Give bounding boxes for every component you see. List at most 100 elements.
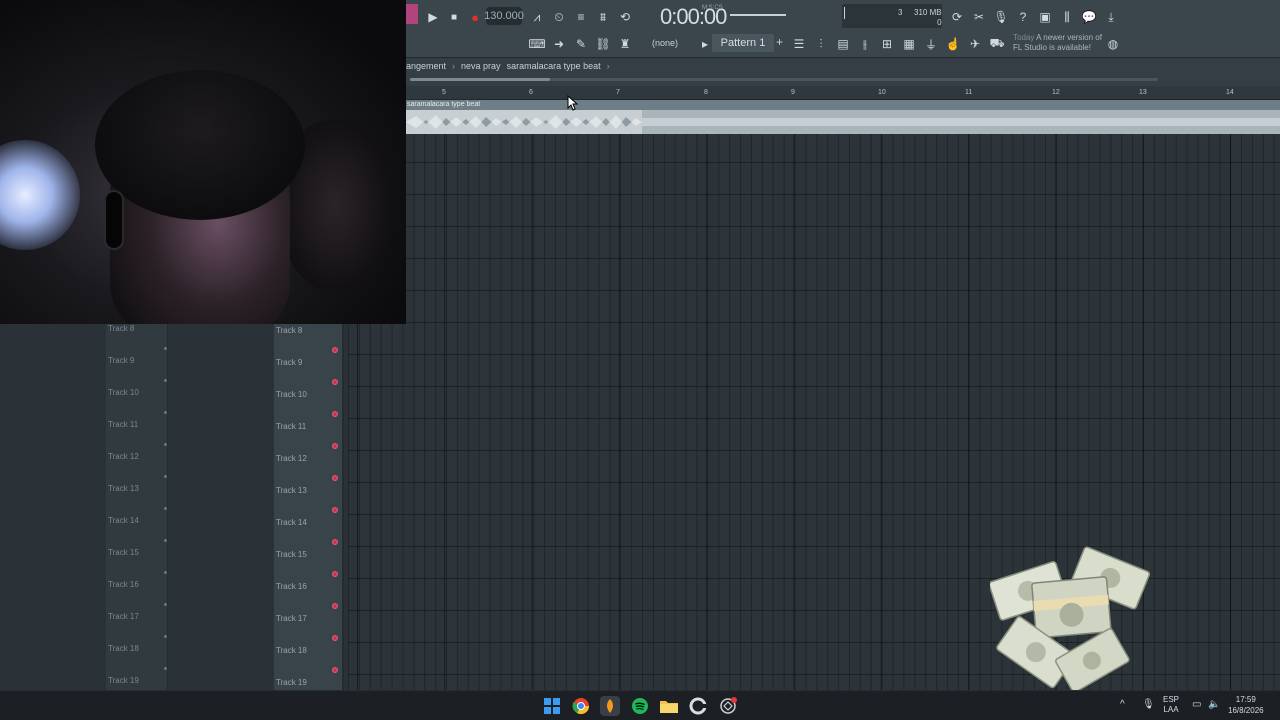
undo-history-button[interactable]: ⟳ xyxy=(948,8,966,26)
metronome-button[interactable]: ⩘ xyxy=(528,8,546,26)
link-button[interactable]: ⛓ xyxy=(594,35,612,53)
record-audio-button[interactable]: 🎙 xyxy=(992,8,1010,26)
pattern-selector[interactable]: Pattern 1 xyxy=(712,34,774,52)
download-button[interactable]: ⤓ xyxy=(1102,8,1120,26)
clipboard-icon: ▦ xyxy=(903,37,915,51)
plugin-button[interactable]: ⏚ xyxy=(922,35,940,53)
arrow-button[interactable]: ➜ xyxy=(550,35,568,53)
help-icon: ? xyxy=(1019,10,1027,24)
track-label[interactable]: Track 11 xyxy=(276,422,306,431)
ghost-track-label: Track 18 xyxy=(108,644,139,653)
track-label[interactable]: Track 10 xyxy=(276,390,307,399)
clock-time: 17:59 xyxy=(1235,695,1256,704)
taskbar-clock[interactable]: 17:59 16/8/2026 xyxy=(1228,694,1264,716)
spotify-icon[interactable] xyxy=(630,696,650,716)
track-label[interactable]: Track 18 xyxy=(276,646,307,655)
hand-icon: ☝ xyxy=(945,37,961,51)
track-label[interactable]: Track 13 xyxy=(276,486,307,495)
track-label[interactable]: Track 19 xyxy=(276,678,307,687)
stamp-icon: ♜ xyxy=(619,37,631,51)
add-pattern-button[interactable]: + xyxy=(776,35,783,49)
typing-keyboard-button[interactable]: ⌨ xyxy=(528,35,546,53)
master-pitch-slider[interactable] xyxy=(730,14,786,16)
tempo-display[interactable]: 130.000 xyxy=(484,7,524,25)
stop-button[interactable]: ■ xyxy=(445,8,463,26)
play-button[interactable]: ▶ xyxy=(424,8,442,26)
track-mute-led[interactable] xyxy=(332,603,338,609)
snap-selector[interactable]: (none) xyxy=(652,38,678,48)
breadcrumb-item[interactable]: angement xyxy=(406,61,446,71)
track-label[interactable]: Track 14 xyxy=(276,518,307,527)
track-mute-led[interactable] xyxy=(332,411,338,417)
track-mute-led[interactable] xyxy=(332,443,338,449)
help-button[interactable]: ? xyxy=(1014,8,1032,26)
blend-notes-button[interactable]: ⩩ xyxy=(594,8,612,26)
shop-button[interactable]: ⛟ xyxy=(988,35,1006,53)
timeline-ruler[interactable]: 5 6 7 8 9 10 11 12 13 14 xyxy=(406,86,1280,100)
language-indicator[interactable]: ESP LAA xyxy=(1163,695,1179,715)
breadcrumb-item[interactable]: neva pray xyxy=(461,61,501,71)
record-mode-badge[interactable] xyxy=(406,4,418,24)
mixer-view-button[interactable]: ⫲ xyxy=(856,35,874,53)
track-mute-led[interactable] xyxy=(332,379,338,385)
draw-button[interactable]: ✎ xyxy=(572,35,590,53)
mixer-icon: ⫼ xyxy=(1064,9,1070,24)
save-button[interactable]: ▣ xyxy=(1036,8,1054,26)
record-button[interactable]: ● xyxy=(466,8,484,26)
ghost-dot xyxy=(164,347,167,350)
scrollbar-thumb[interactable] xyxy=(410,78,550,81)
mixer-button[interactable]: ⫼ xyxy=(1058,8,1076,26)
microphone-icon[interactable]: 🎙 xyxy=(1142,699,1155,710)
chevron-up-icon[interactable]: ^ xyxy=(1120,699,1125,710)
stamp-button[interactable]: ♜ xyxy=(616,35,634,53)
clipboard-button[interactable]: ▦ xyxy=(900,35,918,53)
channel-rack-button[interactable]: ▤ xyxy=(834,35,852,53)
bar-number: 9 xyxy=(791,89,795,96)
countdown-button[interactable]: ≡ xyxy=(572,8,590,26)
globe-button[interactable]: ◍ xyxy=(1104,35,1122,53)
audio-clip[interactable]: saramalacara type beat xyxy=(406,100,1280,134)
cut-button[interactable]: ✂ xyxy=(970,8,988,26)
track-mute-led[interactable] xyxy=(332,571,338,577)
track-label[interactable]: Track 17 xyxy=(276,614,307,623)
wrench-button[interactable]: ✈ xyxy=(966,35,984,53)
browser-button[interactable]: ⊞ xyxy=(878,35,896,53)
breadcrumb-item[interactable]: saramalacara type beat xyxy=(507,61,601,71)
fl-studio-icon[interactable] xyxy=(600,696,620,716)
bar-number: 8 xyxy=(704,89,708,96)
windows-start-icon[interactable] xyxy=(542,696,562,716)
track-label[interactable]: Track 12 xyxy=(276,454,307,463)
track-mute-led[interactable] xyxy=(332,539,338,545)
track-mute-led[interactable] xyxy=(332,475,338,481)
ccleaner-icon[interactable] xyxy=(688,696,708,716)
track-label[interactable]: Track 16 xyxy=(276,582,307,591)
track-mute-led[interactable] xyxy=(332,507,338,513)
volume-icon[interactable]: 🔈 xyxy=(1208,699,1220,710)
microphone-icon: 🎙 xyxy=(993,10,1009,24)
playlist-button[interactable]: ☰ xyxy=(790,35,808,53)
track-label[interactable]: Track 9 xyxy=(276,358,302,367)
piano-roll-button[interactable]: ⫶ xyxy=(812,35,830,53)
link-icon: ⛓ xyxy=(595,37,611,51)
cpu-monitor: 3 310 MB 0 xyxy=(842,4,942,28)
track-mute-led[interactable] xyxy=(332,667,338,673)
wifi-icon[interactable]: ▭ xyxy=(1192,699,1201,710)
wrench-icon: ✈ xyxy=(969,37,981,51)
news-panel[interactable]: Today A newer version of FL Studio is av… xyxy=(1013,33,1113,53)
track-mute-led[interactable] xyxy=(332,347,338,353)
windows-taskbar: ^ 🎙 ESP LAA ▭ 🔈 17:59 16/8/2026 xyxy=(0,690,1280,720)
track-mute-led[interactable] xyxy=(332,635,338,641)
keyboard-icon: ⌨ xyxy=(528,37,546,51)
touch-button[interactable]: ☝ xyxy=(944,35,962,53)
track-label[interactable]: Track 15 xyxy=(276,550,307,559)
app-icon[interactable] xyxy=(718,696,738,716)
track-label[interactable]: Track 8 xyxy=(276,326,302,335)
wait-for-input-button[interactable]: ⏲ xyxy=(550,8,568,26)
ghost-track-label: Track 9 xyxy=(108,356,135,365)
chrome-icon[interactable] xyxy=(571,696,591,716)
horizontal-scrollbar[interactable] xyxy=(410,78,1158,81)
file-explorer-icon[interactable] xyxy=(659,696,679,716)
loop-record-button[interactable]: ⟲ xyxy=(616,8,634,26)
chat-button[interactable]: 💬 xyxy=(1080,8,1098,26)
time-unit-label: M:S:CS xyxy=(702,5,723,11)
